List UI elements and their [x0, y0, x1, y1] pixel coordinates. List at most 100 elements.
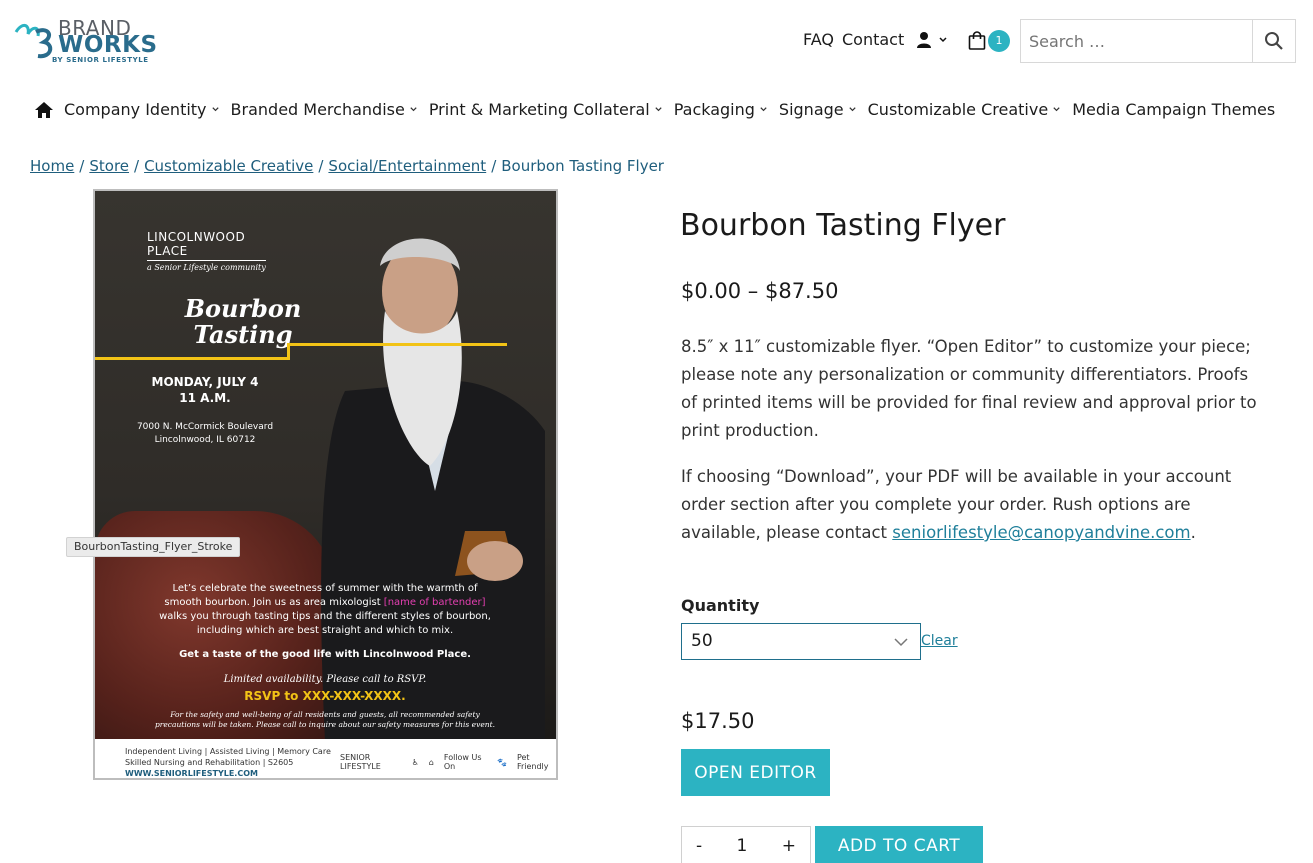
quantity-decrease-button[interactable]: -: [696, 836, 702, 856]
nav-label: Media Campaign Themes: [1072, 100, 1276, 119]
chevron-down-icon: [848, 107, 856, 112]
user-icon: [917, 31, 932, 48]
brand-logo[interactable]: BRAND WORKS BY SENIOR LIFESTYLE: [14, 16, 157, 66]
chevron-down-icon: [211, 107, 219, 112]
quantity-select-value: 50: [691, 631, 713, 651]
nav-branded-merchandise[interactable]: Branded Merchandise: [231, 100, 418, 119]
chevron-down-icon: [894, 638, 908, 647]
logo-works-text: WORKS: [58, 32, 158, 58]
breadcrumb-customizable[interactable]: Customizable Creative: [144, 157, 313, 175]
flyer-tagline: Get a taste of the good life with Lincol…: [179, 649, 471, 660]
chevron-down-icon: [410, 107, 417, 112]
product-title: Bourbon Tasting Flyer: [680, 208, 1006, 243]
flyer-title-line1: Bourbon: [184, 294, 302, 323]
price-range: $0.00 – $87.50: [681, 279, 839, 303]
home-icon[interactable]: [34, 101, 54, 119]
nav-label: Print & Marketing Collateral: [428, 100, 650, 119]
cart-count-badge: 1: [988, 30, 1010, 52]
shopping-bag-icon: [968, 31, 986, 50]
flyer-man-illustration: [321, 238, 545, 741]
flyer-footer-line2: Skilled Nursing and Rehabilitation | S26…: [125, 758, 294, 767]
open-editor-button[interactable]: OPEN EDITOR: [681, 749, 830, 796]
quantity-label: Quantity: [681, 596, 760, 615]
flyer-rsvp: RSVP to XXX-XXX-XXXX.: [244, 689, 406, 703]
flyer-footer-brand: SENIOR LIFESTYLE: [340, 753, 381, 771]
flyer-accent-line: [95, 357, 290, 360]
nav-signage[interactable]: Signage: [779, 100, 857, 119]
logo-tagline: BY SENIOR LIFESTYLE: [52, 56, 149, 64]
image-tooltip: BourbonTasting_Flyer_Stroke: [66, 537, 241, 557]
search-icon: [1265, 32, 1283, 50]
nav-label: Signage: [778, 100, 844, 119]
breadcrumb: Home / Store / Customizable Creative / Social/…: [30, 157, 664, 175]
breadcrumb-separator: /: [491, 157, 497, 175]
chevron-down-icon: [760, 107, 767, 112]
flyer-community-logo: LINCOLNWOOD PLACE a Senior Lifestyle com…: [147, 230, 266, 272]
breadcrumb-home[interactable]: Home: [30, 157, 74, 175]
search-form: [1020, 19, 1296, 63]
chevron-down-icon: [655, 107, 662, 112]
flyer-body: Let’s celebrate the sweetness of summer …: [155, 582, 495, 638]
breadcrumb-current: Bourbon Tasting Flyer: [501, 157, 664, 175]
paw-icon: 🐾: [496, 757, 507, 767]
nav-customizable-creative[interactable]: Customizable Creative: [868, 100, 1062, 119]
quantity-input[interactable]: 1: [737, 836, 748, 856]
flyer-footer-services: Independent Living | Assisted Living | M…: [125, 746, 331, 768]
equal-housing-icon: ⌂: [428, 757, 434, 767]
flyer-limited: Limited availability. Please call to RSV…: [223, 674, 427, 685]
quantity-stepper: - 1 +: [681, 826, 811, 863]
variation-price: $17.50: [681, 709, 755, 733]
wheelchair-icon: ♿: [411, 757, 419, 767]
nav-print-marketing[interactable]: Print & Marketing Collateral: [429, 100, 663, 119]
flyer-accent-line: [287, 343, 507, 346]
breadcrumb-store[interactable]: Store: [89, 157, 129, 175]
add-to-cart-button[interactable]: ADD TO CART: [815, 826, 983, 863]
product-description: 8.5″ x 11″ customizable flyer. “Open Edi…: [681, 333, 1261, 565]
cart-button[interactable]: 1: [968, 30, 1010, 52]
quantity-select[interactable]: 50: [681, 623, 921, 660]
flyer-address-line2: Lincolnwood, IL 60712: [154, 435, 256, 445]
nav-label: Company Identity: [64, 100, 207, 119]
flyer-footer-badges: SENIOR LIFESTYLE ♿ ⌂ Follow Us On 🐾 Pet …: [340, 753, 556, 771]
product-image[interactable]: LINCOLNWOOD PLACE a Senior Lifestyle com…: [93, 189, 558, 780]
nav-media-campaign-themes[interactable]: Media Campaign Themes: [1072, 100, 1275, 119]
nav-label: Customizable Creative: [867, 100, 1049, 119]
flyer-footer-follow: Follow Us On: [443, 753, 482, 771]
flyer-footer-pet: Pet Friendly: [516, 753, 549, 771]
breadcrumb-separator: /: [318, 157, 324, 175]
flyer-date-line2: 11 A.M.: [179, 391, 231, 405]
nav-label: Branded Merchandise: [230, 100, 405, 119]
contact-link[interactable]: Contact: [842, 30, 904, 49]
description-text: .: [1190, 523, 1196, 542]
flyer-footer-line1: Independent Living | Assisted Living | M…: [125, 747, 331, 756]
flyer-address: 7000 N. McCormick Boulevard Lincolnwood,…: [125, 421, 285, 447]
top-nav: FAQ Contact: [803, 30, 948, 49]
flyer-safety: For the safety and well-being of all res…: [154, 710, 495, 729]
breadcrumb-separator: /: [79, 157, 85, 175]
nav-label: Packaging: [673, 100, 755, 119]
description-paragraph: If choosing “Download”, your PDF will be…: [681, 463, 1261, 547]
breadcrumb-separator: /: [134, 157, 140, 175]
flyer-bartender-placeholder: [name of bartender]: [383, 597, 486, 608]
account-menu[interactable]: [916, 31, 948, 49]
flyer-title: Bourbon Tasting: [153, 296, 333, 348]
flyer-community-line2: PLACE: [147, 244, 188, 258]
flyer-address-line1: 7000 N. McCormick Boulevard: [136, 422, 274, 432]
quantity-increase-button[interactable]: +: [782, 836, 796, 856]
clear-selection-link[interactable]: Clear: [921, 633, 958, 649]
nav-company-identity[interactable]: Company Identity: [64, 100, 220, 119]
nav-packaging[interactable]: Packaging: [674, 100, 768, 119]
search-input[interactable]: [1021, 20, 1253, 62]
faq-link[interactable]: FAQ: [803, 30, 834, 49]
flyer-date-line1: MONDAY, JULY 4: [151, 375, 259, 389]
flyer-date: MONDAY, JULY 4 11 A.M.: [135, 374, 275, 406]
search-button[interactable]: [1253, 20, 1295, 62]
chevron-down-icon: [939, 36, 947, 42]
flyer-footer-url: WWW.SENIORLIFESTYLE.COM: [125, 769, 258, 778]
breadcrumb-social[interactable]: Social/Entertainment: [328, 157, 486, 175]
main-nav: Company Identity Branded Merchandise Pri…: [34, 100, 1286, 119]
description-paragraph: 8.5″ x 11″ customizable flyer. “Open Edi…: [681, 337, 1257, 440]
contact-email-link[interactable]: seniorlifestyle@canopyandvine.com: [892, 523, 1190, 542]
flyer-community-line1: LINCOLNWOOD: [147, 230, 246, 244]
chevron-down-icon: [1053, 107, 1060, 112]
